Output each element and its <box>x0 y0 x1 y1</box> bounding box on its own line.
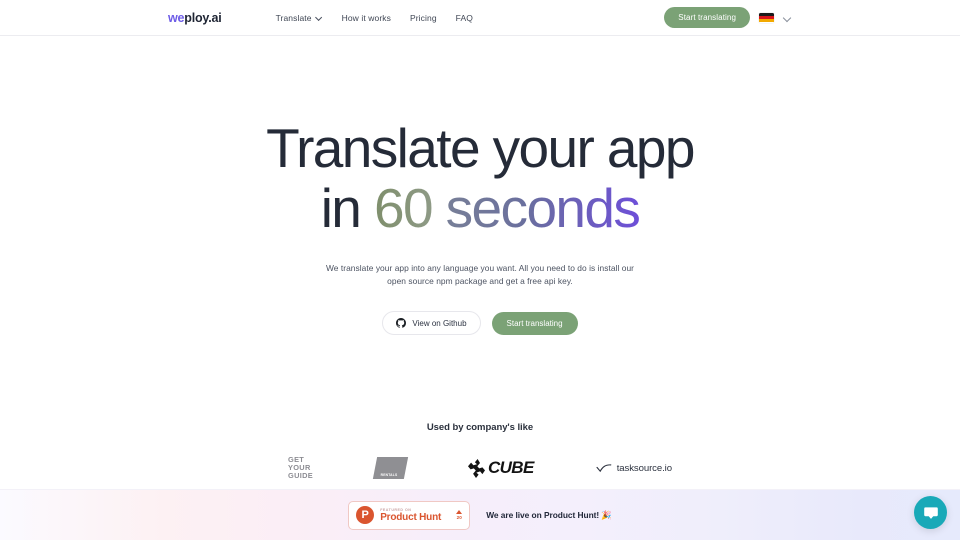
hero-subtitle: We translate your app into any language … <box>325 263 634 286</box>
header-start-translating-button[interactable]: Start translating <box>664 7 750 28</box>
hero-cta-row: View on Github Start translating <box>0 311 960 335</box>
page-title: Translate your app in 60 seconds <box>0 118 960 238</box>
logo-cube: CUBE <box>467 458 534 478</box>
upvote-count: 20 <box>456 515 462 520</box>
upvote-triangle-icon <box>456 510 463 514</box>
product-hunt-badge[interactable]: P FEATURED ON Product Hunt 20 <box>348 500 471 530</box>
product-hunt-featured-label: FEATURED ON <box>380 507 412 512</box>
logo-text-secondary: ploy.ai <box>184 10 222 25</box>
cube-label: CUBE <box>487 458 534 478</box>
nav-item-faq[interactable]: FAQ <box>456 13 473 23</box>
tasksource-check-icon <box>596 464 612 473</box>
view-on-github-label: View on Github <box>412 318 467 328</box>
product-hunt-name-label: Product Hunt <box>380 511 442 523</box>
nav-label-translate: Translate <box>275 12 312 23</box>
logo-text-primary: we <box>168 10 185 25</box>
logo-tasksource: tasksource.io <box>596 463 672 474</box>
german-flag-icon[interactable] <box>759 12 774 23</box>
nav-item-pricing[interactable]: Pricing <box>410 13 437 23</box>
chat-bubble-icon <box>923 506 938 519</box>
chevron-down-icon <box>316 14 323 21</box>
product-hunt-banner: P FEATURED ON Product Hunt 20 We are liv… <box>0 489 960 540</box>
hero-start-translating-button[interactable]: Start translating <box>491 311 578 335</box>
social-proof-title: Used by company's like <box>426 422 534 433</box>
nav-item-translate[interactable]: Translate <box>276 13 323 23</box>
header-inner: we ploy.ai Translate How it works Pricing… <box>0 7 960 28</box>
headline-prefix: in <box>320 177 374 239</box>
view-on-github-button[interactable]: View on Github <box>382 311 481 335</box>
headline-number: 60 <box>373 177 434 239</box>
gyg-line-3: GUIDE <box>288 471 313 481</box>
social-proof-section: Used by company's like GET YOUR GUIDE RE… <box>0 422 960 481</box>
headline-line-1: Translate your app <box>266 117 695 179</box>
tasksource-label: tasksource.io <box>616 462 672 474</box>
nav-label-pricing: Pricing <box>409 12 437 23</box>
headline-suffix: seconds <box>431 177 641 239</box>
nav-item-how-it-works[interactable]: How it works <box>342 13 391 23</box>
product-hunt-upvote[interactable]: 20 <box>456 510 463 520</box>
hero-section: Translate your app in 60 seconds We tran… <box>0 36 960 335</box>
product-hunt-logo-icon: P <box>356 506 375 524</box>
customer-logo-strip: GET YOUR GUIDE RENTALS CUBE tasksource.i… <box>0 455 960 481</box>
nav-label-faq: FAQ <box>455 12 473 23</box>
logo-weploy[interactable]: we ploy.ai <box>168 11 222 25</box>
language-chevron-down-icon[interactable] <box>783 13 792 22</box>
rentals-label: RENTALS <box>380 473 398 478</box>
product-hunt-live-text: We are live on Product Hunt! 🎉 <box>486 509 612 520</box>
site-header: we ploy.ai Translate How it works Pricing… <box>0 0 960 36</box>
product-hunt-badge-text: FEATURED ON Product Hunt <box>380 508 441 523</box>
github-icon <box>396 318 407 328</box>
headline-line-2: in 60 seconds <box>0 178 960 238</box>
logo-rentals: RENTALS <box>372 457 409 480</box>
nav-label-how-it-works: How it works <box>341 12 391 23</box>
chat-widget-button[interactable] <box>914 496 947 529</box>
header-actions: Start translating <box>664 7 792 28</box>
main-navigation: Translate How it works Pricing FAQ <box>276 13 473 23</box>
cube-mark-icon <box>467 458 485 478</box>
logo-getyourguide: GET YOUR GUIDE <box>288 455 313 481</box>
